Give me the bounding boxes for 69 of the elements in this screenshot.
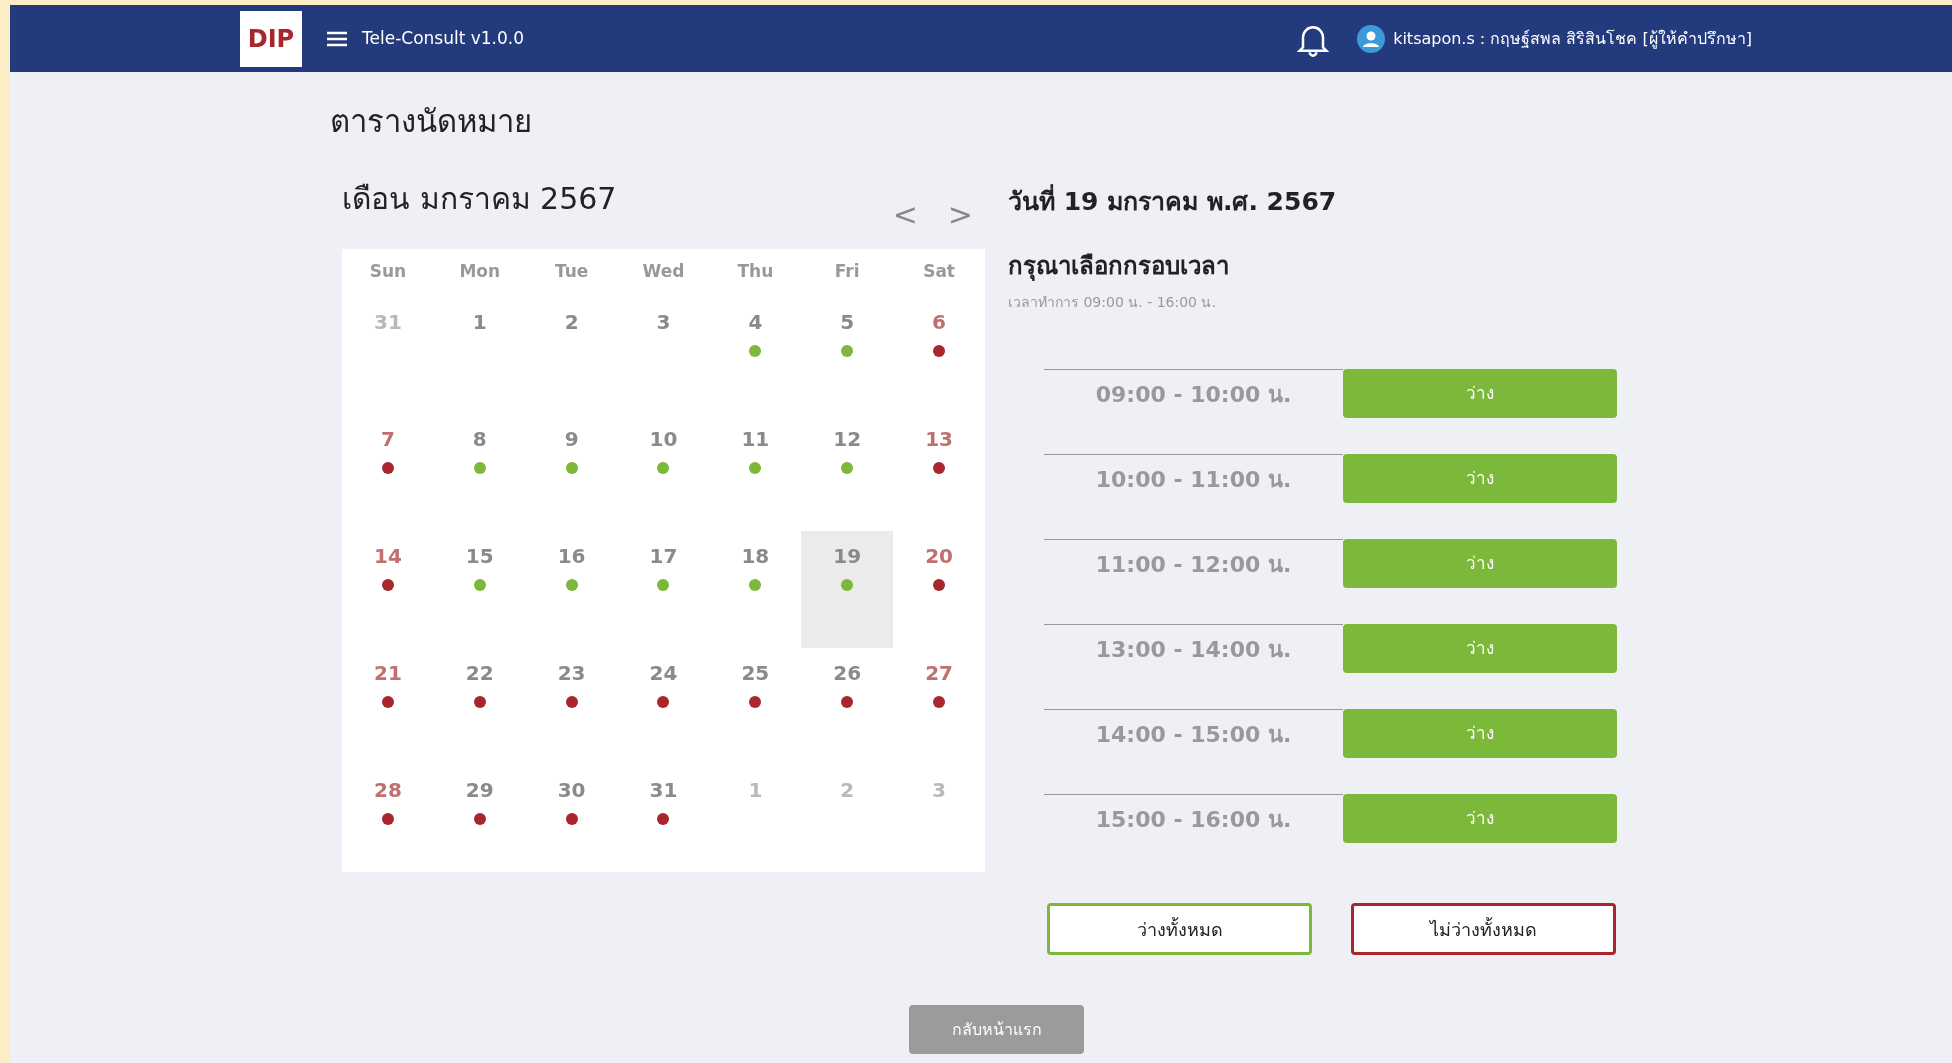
time-slot-label: 10:00 - 11:00 น.: [1095, 465, 1292, 494]
calendar-day[interactable]: 26: [801, 647, 894, 765]
calendar-day[interactable]: 30: [525, 764, 618, 882]
calendar-day[interactable]: 5: [801, 296, 894, 414]
weekday-label: Mon: [458, 259, 502, 283]
month-title: เดือน มกราคม 2567: [342, 179, 617, 218]
calendar-day[interactable]: 22: [433, 647, 526, 765]
calendar-day[interactable]: 1: [433, 296, 526, 414]
calendar-day[interactable]: 23: [525, 647, 618, 765]
calendar-day[interactable]: 4: [709, 296, 802, 414]
calendar-day[interactable]: 9: [525, 413, 618, 531]
time-slot-label: 09:00 - 10:00 น.: [1095, 380, 1292, 409]
app-title: Tele-Consult v1.0.0: [362, 26, 525, 50]
time-slot-label: 14:00 - 15:00 น.: [1095, 720, 1292, 749]
weekday-label: Wed: [641, 259, 686, 283]
logo[interactable]: DIP: [240, 10, 302, 67]
time-slot-label: 15:00 - 16:00 น.: [1095, 805, 1292, 834]
calendar-day[interactable]: 6: [893, 296, 985, 414]
office-hours: เวลาทำการ 09:00 น. - 16:00 น.: [1008, 293, 1217, 312]
slot-status-button[interactable]: ว่าง: [1343, 794, 1617, 843]
calendar-day[interactable]: 27: [893, 647, 985, 765]
calendar-day[interactable]: 10: [617, 413, 710, 531]
calendar-day[interactable]: 28: [342, 764, 434, 882]
calendar-day[interactable]: 3: [893, 764, 985, 882]
prompt-title: กรุณาเลือกกรอบเวลา: [1008, 251, 1230, 283]
calendar-day[interactable]: 19: [801, 530, 894, 648]
page-title: ตารางนัดหมาย: [330, 102, 533, 141]
time-slot-label: 13:00 - 14:00 น.: [1095, 635, 1292, 664]
calendar-day[interactable]: 14: [342, 530, 434, 648]
slot-status-button[interactable]: ว่าง: [1343, 369, 1617, 418]
weekday-label: Sat: [922, 259, 956, 283]
weekday-label: Sun: [368, 259, 408, 283]
calendar-day[interactable]: 29: [433, 764, 526, 882]
calendar-day[interactable]: 8: [433, 413, 526, 531]
calendar-day[interactable]: 24: [617, 647, 710, 765]
calendar-day[interactable]: 31: [342, 296, 434, 414]
calendar-day[interactable]: 25: [709, 647, 802, 765]
set-all-button[interactable]: ไม่ว่างทั้งหมด: [1351, 903, 1616, 955]
next-month-button[interactable]: >: [947, 191, 973, 245]
weekday-label: Thu: [736, 259, 775, 283]
weekday-label: Fri: [833, 259, 861, 283]
slot-status-button[interactable]: ว่าง: [1343, 709, 1617, 758]
calendar-day[interactable]: 13: [893, 413, 985, 531]
slot-status-button[interactable]: ว่าง: [1343, 539, 1617, 588]
calendar-day[interactable]: 20: [893, 530, 985, 648]
time-slot-label: 11:00 - 12:00 น.: [1095, 550, 1292, 579]
calendar-day[interactable]: 3: [617, 296, 710, 414]
back-home-button[interactable]: กลับหน้าแรก: [909, 1005, 1084, 1054]
date-title: วันที่ 19 มกราคม พ.ศ. 2567: [1008, 183, 1338, 218]
user-avatar-icon[interactable]: [1357, 24, 1386, 53]
calendar-day[interactable]: 12: [801, 413, 894, 531]
calendar-day[interactable]: 2: [801, 764, 894, 882]
calendar-day[interactable]: 11: [709, 413, 802, 531]
calendar-day[interactable]: 21: [342, 647, 434, 765]
calendar-day[interactable]: 18: [709, 530, 802, 648]
calendar-day[interactable]: 31: [617, 764, 710, 882]
menu-icon[interactable]: [326, 29, 348, 48]
weekday-label: Tue: [553, 259, 590, 283]
calendar-day[interactable]: 17: [617, 530, 710, 648]
calendar-day[interactable]: 7: [342, 413, 434, 531]
user-name[interactable]: kitsapon.s : กฤษฐ์สพล สิริสินโชค [ผู้ให้คำปรึกษา]: [1393, 26, 1752, 51]
previous-month-button[interactable]: <: [892, 191, 918, 245]
slot-status-button[interactable]: ว่าง: [1343, 454, 1617, 503]
calendar-day[interactable]: 15: [433, 530, 526, 648]
calendar-day[interactable]: 2: [525, 296, 618, 414]
slot-status-button[interactable]: ว่าง: [1343, 624, 1617, 673]
calendar-day[interactable]: 16: [525, 530, 618, 648]
calendar-day[interactable]: 1: [709, 764, 802, 882]
set-all-button[interactable]: ว่างทั้งหมด: [1047, 903, 1312, 955]
